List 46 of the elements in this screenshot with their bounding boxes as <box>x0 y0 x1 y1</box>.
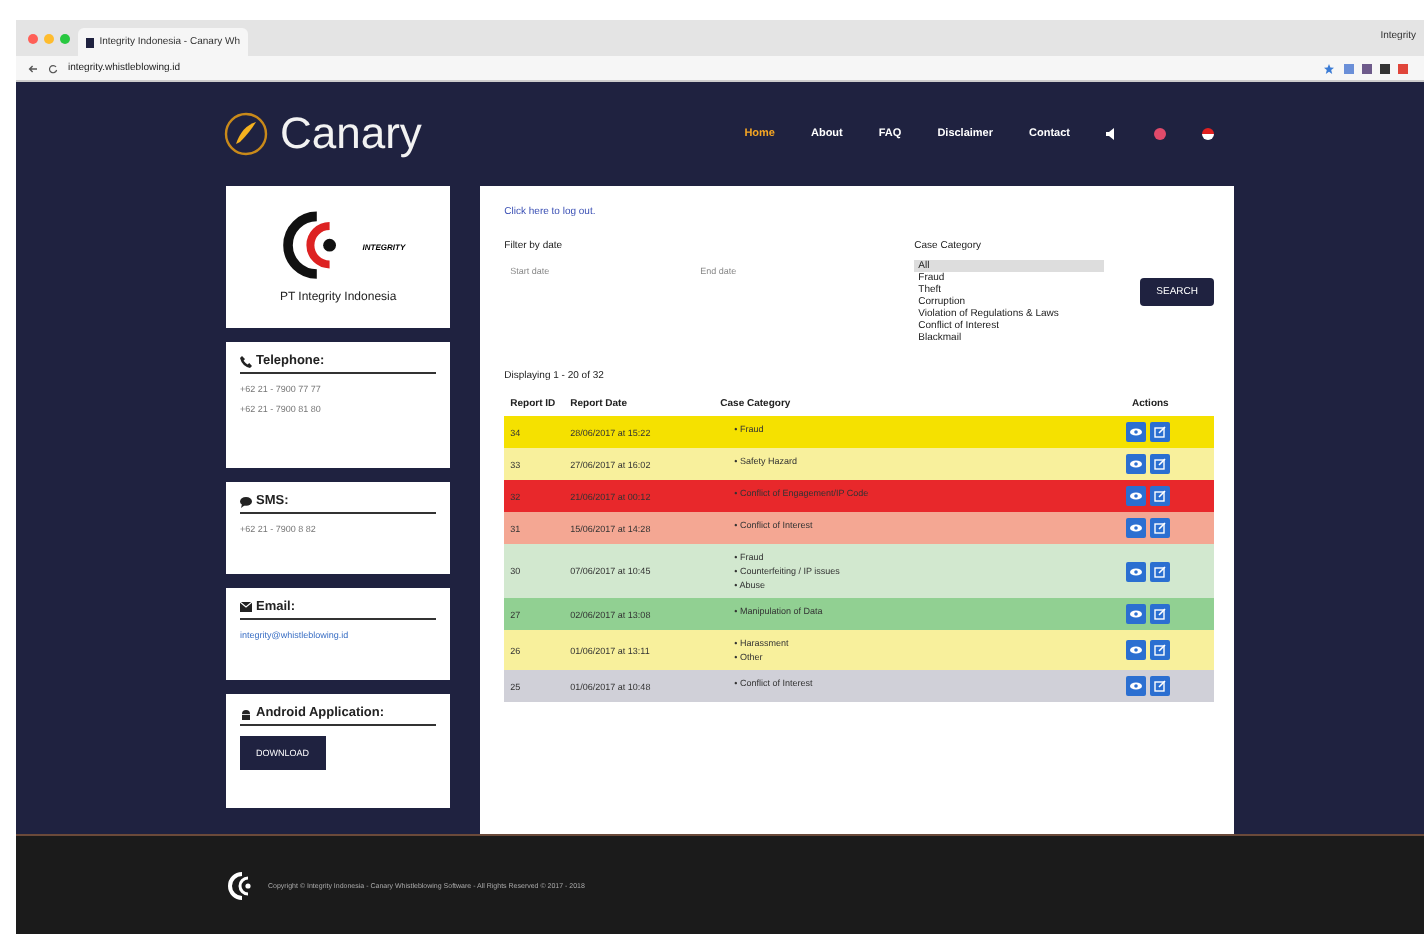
view-button[interactable] <box>1126 422 1146 442</box>
edit-button[interactable] <box>1150 561 1170 581</box>
eye-icon <box>1130 524 1142 532</box>
reload-icon[interactable] <box>48 63 58 73</box>
edit-button[interactable] <box>1150 422 1170 442</box>
eye-icon <box>1130 492 1142 500</box>
eye-icon <box>1130 567 1142 575</box>
edit-icon <box>1154 426 1166 438</box>
view-button[interactable] <box>1126 454 1146 474</box>
back-icon[interactable] <box>28 63 38 73</box>
edit-button[interactable] <box>1150 676 1170 696</box>
edit-icon <box>1154 490 1166 502</box>
edit-icon <box>1154 458 1166 470</box>
edit-icon <box>1154 608 1166 620</box>
view-button[interactable] <box>1126 486 1146 506</box>
envelope-icon <box>240 602 252 612</box>
edit-button[interactable] <box>1150 454 1170 474</box>
eye-icon <box>1130 428 1142 436</box>
view-button[interactable] <box>1126 640 1146 660</box>
star-icon[interactable] <box>1324 63 1334 73</box>
edit-button[interactable] <box>1150 604 1170 624</box>
phone-icon <box>240 355 252 367</box>
edit-button[interactable] <box>1150 518 1170 538</box>
speaker-icon[interactable] <box>1106 128 1118 140</box>
eye-icon <box>1130 682 1142 690</box>
view-button[interactable] <box>1126 561 1146 581</box>
chat-icon <box>240 495 252 507</box>
edit-button[interactable] <box>1150 486 1170 506</box>
view-button[interactable] <box>1126 518 1146 538</box>
eye-icon <box>1130 646 1142 654</box>
edit-button[interactable] <box>1150 640 1170 660</box>
bird-logo-icon <box>224 112 268 156</box>
view-button[interactable] <box>1126 604 1146 624</box>
eye-icon <box>1130 610 1142 618</box>
edit-icon <box>1154 522 1166 534</box>
edit-icon <box>1154 644 1166 656</box>
edit-icon <box>1154 680 1166 692</box>
eye-icon <box>1130 460 1142 468</box>
close-dot[interactable] <box>28 33 38 43</box>
minimize-dot[interactable] <box>44 33 54 43</box>
zoom-dot[interactable] <box>60 33 70 43</box>
edit-icon <box>1154 565 1166 577</box>
brand-name[interactable]: Canary <box>280 108 422 160</box>
extension-icons[interactable] <box>1344 63 1412 73</box>
view-button[interactable] <box>1126 676 1146 696</box>
footer-logo-icon <box>228 871 252 899</box>
